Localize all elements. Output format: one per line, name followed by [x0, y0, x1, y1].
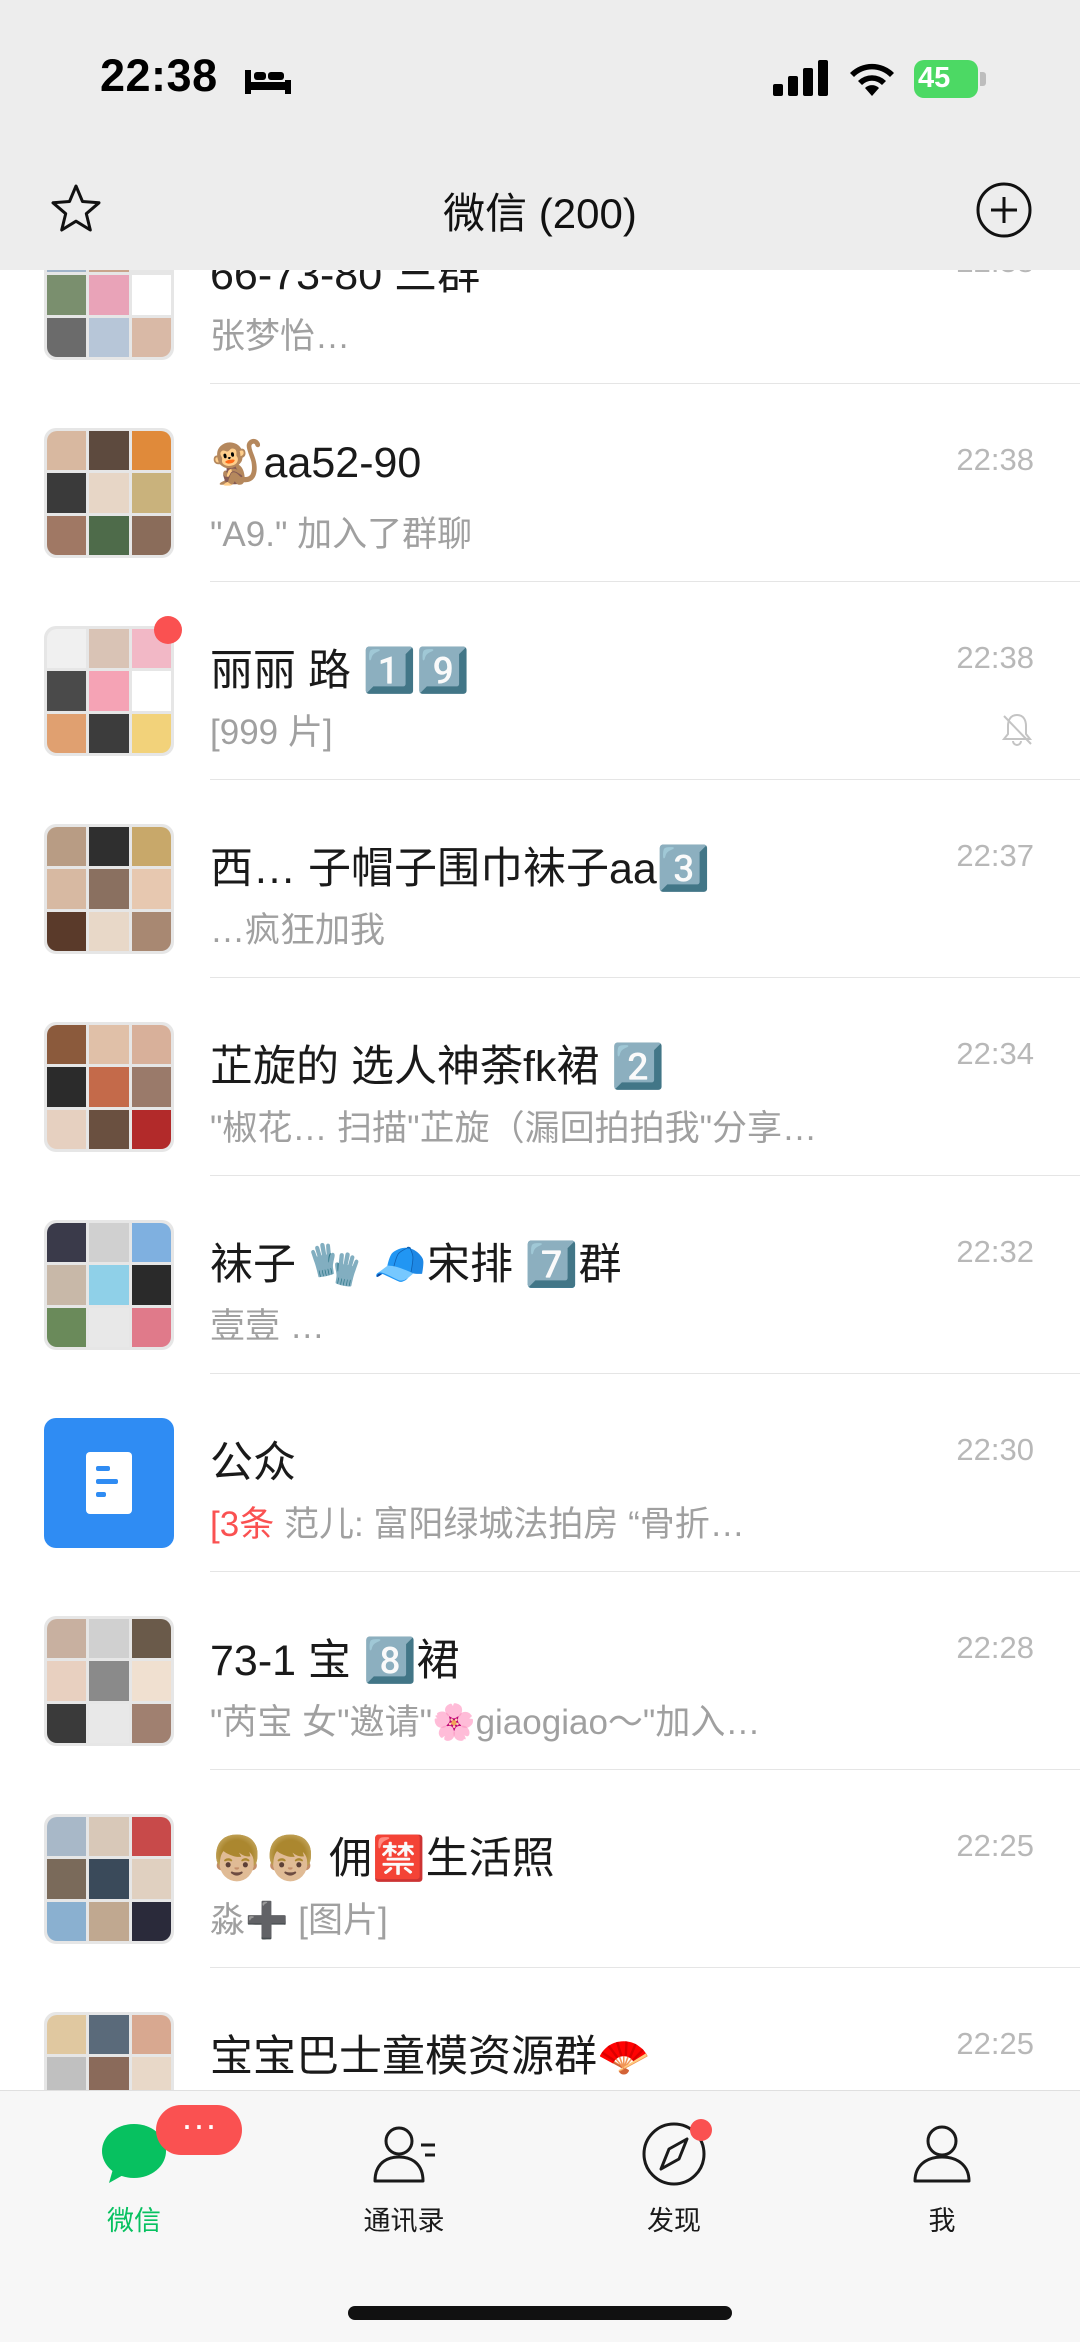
home-indicator[interactable] — [348, 2306, 732, 2320]
group-avatar — [44, 824, 174, 954]
document-icon — [86, 1452, 132, 1514]
chat-row[interactable]: 73-1 宝 8️⃣裙 "芮宝 女"邀请"🌸giaogiao～"加入… 22:2… — [0, 1572, 1080, 1770]
signal-icon — [773, 60, 828, 96]
chat-name: 73-1 宝 8️⃣裙 — [210, 1637, 460, 1685]
tab-discover[interactable]: 发现 — [594, 2119, 754, 2249]
chat-preview: 壹壹 … — [210, 1307, 325, 1346]
tab-label: 微信 — [107, 2206, 161, 2236]
tab-label: 发现 — [647, 2206, 701, 2236]
chat-time: 22:25 — [956, 2026, 1034, 2061]
official-accounts-avatar — [44, 1418, 174, 1548]
chat-name: 公众 — [210, 1439, 296, 1487]
group-avatar — [44, 1814, 174, 1944]
status-bar: 22:38 45 — [0, 0, 1080, 150]
chat-preview: 淼➕ [图片] — [210, 1901, 388, 1940]
page-title: 微信 (200) — [443, 190, 637, 237]
chat-preview: "A9." 加入了群聊 — [210, 515, 473, 554]
group-avatar — [44, 1022, 174, 1152]
chat-row[interactable]: 袜子 🧤 🧢宋排 7️⃣群 壹壹 … 22:32 — [0, 1176, 1080, 1374]
chat-time: 22:32 — [956, 1234, 1034, 1269]
tab-dot — [690, 2119, 712, 2141]
chat-time: 22:38 — [956, 442, 1034, 477]
chat-row[interactable]: 公众 [3条 范儿: 富阳绿城法拍房 “骨折… 22:30 — [0, 1374, 1080, 1572]
chat-preview: [999 片] — [210, 713, 333, 752]
chat-row[interactable]: 丽丽 路 1️⃣9️⃣ [999 片] 22:38 — [0, 582, 1080, 780]
chat-name: 👦🏼👦🏼 佣🈲生活照 — [210, 1835, 555, 1883]
wifi-icon — [850, 63, 894, 96]
group-avatar — [44, 428, 174, 558]
chat-time: 22:25 — [956, 1828, 1034, 1863]
chat-time: 22:38 — [956, 640, 1034, 675]
top-area: 22:38 45 微信 (200) — [0, 0, 1080, 270]
chat-name: 宝宝巴士童模资源群🪭 — [210, 2033, 651, 2081]
battery-indicator: 45 — [914, 60, 988, 98]
tab-chats[interactable]: 微信 ··· — [54, 2105, 242, 2249]
chat-list[interactable]: 3 66-73-80 三群 张梦怡… 22:38 🐒aa52-90 "A9." … — [0, 230, 1080, 2090]
chat-preview: "芮宝 女"邀请"🌸giaogiao～"加入… — [210, 1703, 761, 1742]
contacts-icon — [373, 2126, 435, 2183]
chat-name: 芷旋的 选人神荼fk裙 2️⃣ — [210, 1043, 665, 1091]
tab-badge: ··· — [156, 2105, 242, 2155]
chat-row[interactable]: 宝宝巴士童模资源群🪭 22:25 — [0, 1968, 1080, 2090]
chat-preview: "椒花… 扫描"芷旋（漏回拍拍我"分享… — [210, 1109, 817, 1148]
unread-dot — [154, 616, 182, 644]
bed-icon — [245, 70, 291, 94]
chat-row[interactable]: 西… 子帽子围巾袜子aa3️⃣ …疯狂加我 22:37 — [0, 780, 1080, 978]
unread-count-prefix: [3条 — [210, 1505, 275, 1544]
chat-name: 🐒aa52-90 — [210, 439, 422, 487]
group-avatar — [44, 1616, 174, 1746]
tab-bar: 微信 ··· 通讯录 发现 我 — [0, 2090, 1080, 2342]
nav-bar: 微信 (200) — [0, 150, 1080, 270]
chat-name: 西… 子帽子围巾袜子aa3️⃣ — [210, 845, 711, 893]
chat-name: 袜子 🧤 🧢宋排 7️⃣群 — [210, 1241, 622, 1289]
chat-time: 22:30 — [956, 1432, 1034, 1467]
status-time: 22:38 — [100, 50, 218, 101]
chat-name: 丽丽 路 1️⃣9️⃣ — [210, 647, 470, 695]
chat-preview-text: 范儿: 富阳绿城法拍房 “骨折… — [283, 1505, 745, 1544]
chat-preview: [3条 范儿: 富阳绿城法拍房 “骨折… — [210, 1496, 1010, 1547]
tab-contacts[interactable]: 通讯录 — [324, 2119, 484, 2249]
plus-icon[interactable] — [974, 180, 1034, 240]
tab-label: 通讯录 — [363, 2206, 445, 2236]
group-avatar — [44, 616, 182, 756]
chat-row[interactable]: 🐒aa52-90 "A9." 加入了群聊 22:38 — [0, 384, 1080, 582]
chat-row[interactable]: 芷旋的 选人神荼fk裙 2️⃣ "椒花… 扫描"芷旋（漏回拍拍我"分享… 22:… — [0, 978, 1080, 1176]
chat-time: 22:37 — [956, 838, 1034, 873]
chat-row[interactable]: 👦🏼👦🏼 佣🈲生活照 淼➕ [图片] 22:25 — [0, 1770, 1080, 1968]
tab-label: 我 — [928, 2206, 956, 2236]
tab-me[interactable]: 我 — [862, 2119, 1022, 2249]
chat-time: 22:34 — [956, 1036, 1034, 1071]
battery-level: 45 — [918, 62, 951, 94]
mute-bell-icon — [1001, 713, 1033, 746]
chat-preview: 张梦怡… — [210, 317, 351, 356]
chat-time: 22:28 — [956, 1630, 1034, 1665]
person-icon — [913, 2125, 971, 2183]
group-avatar — [44, 1220, 174, 1350]
group-avatar — [44, 2012, 174, 2090]
chat-preview: …疯狂加我 — [210, 911, 386, 950]
